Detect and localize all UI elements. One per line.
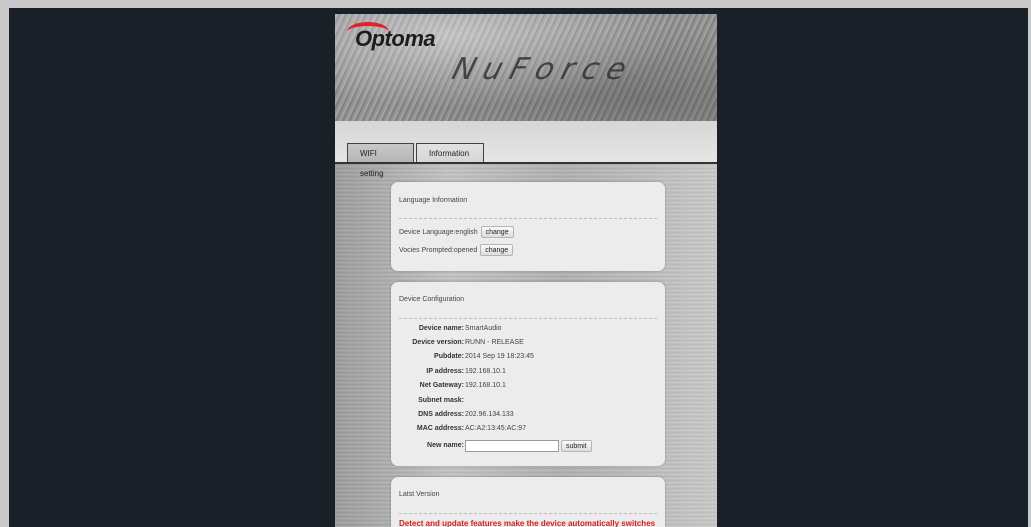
- config-row-mac-address: MAC address: AC:A2:13:45:AC:97: [391, 424, 665, 434]
- config-row-device-name: Device name: SmartAudio: [391, 324, 665, 334]
- config-row-new-name: New name: submit: [391, 439, 665, 453]
- device-config-title: Device Configuration: [399, 296, 464, 303]
- latest-version-title: Latst Version: [399, 491, 440, 498]
- voices-prompted-label: Vocies Prompted:opened: [399, 246, 478, 254]
- config-value: 202.96.134.133: [465, 411, 514, 418]
- update-message: Detect and update features make the devi…: [399, 519, 656, 527]
- config-row-ip-address: IP address: 192.168.10.1: [391, 367, 665, 377]
- browser-left-strip: [0, 0, 9, 527]
- config-row-pubdate: Pubdate: 2014 Sep 19 18:23:45: [391, 352, 665, 362]
- latest-version-panel: Latst Version Detect and update features…: [391, 477, 665, 527]
- new-name-label: New name:: [427, 442, 464, 449]
- config-label: DNS address:: [418, 411, 464, 418]
- config-label: Subnet mask:: [418, 397, 464, 404]
- config-value: SmartAudio: [465, 325, 502, 332]
- config-label: Net Gateway:: [419, 382, 464, 389]
- product-logo: NuForce: [448, 52, 639, 87]
- config-label: Device name:: [418, 325, 464, 332]
- settings-page: Optoma NuForce WIFI setting Information …: [335, 14, 717, 527]
- language-panel-title: Language Information: [399, 197, 468, 204]
- config-value: 192.168.10.1: [465, 368, 506, 375]
- divider: [399, 318, 657, 319]
- config-label: Device version:: [412, 339, 464, 346]
- change-language-button[interactable]: change: [480, 226, 514, 238]
- device-config-panel: Device Configuration Device name: SmartA…: [391, 282, 665, 466]
- tab-wifi-setting[interactable]: WIFI setting: [347, 143, 414, 178]
- config-row-device-version: Device version: RUNN - RELEASE: [391, 338, 665, 348]
- submit-button[interactable]: submit: [561, 440, 592, 452]
- config-value: RUNN - RELEASE: [465, 339, 524, 346]
- config-label: MAC address:: [416, 425, 464, 432]
- divider: [399, 513, 657, 514]
- config-label: Pubdate:: [434, 353, 464, 360]
- device-language-row: Device Language:english change: [399, 226, 514, 238]
- config-row-subnet-mask: Subnet mask:: [391, 396, 665, 406]
- change-voices-button[interactable]: change: [480, 244, 514, 256]
- new-name-input[interactable]: [465, 440, 559, 452]
- language-panel: Language Information Device Language:eng…: [391, 182, 665, 271]
- device-language-label: Device Language:english: [399, 228, 478, 236]
- tab-information[interactable]: Information: [416, 143, 484, 164]
- config-value: 2014 Sep 19 18:23:45: [465, 353, 534, 360]
- tab-baseline: [335, 162, 717, 164]
- config-row-dns-address: DNS address: 202.96.134.133: [391, 410, 665, 420]
- voices-prompted-row: Vocies Prompted:opened change: [399, 244, 514, 256]
- config-value: AC:A2:13:45:AC:97: [465, 425, 527, 432]
- header-banner: Optoma NuForce: [335, 14, 717, 121]
- divider: [399, 218, 657, 219]
- browser-top-strip: [0, 0, 1031, 8]
- config-label: IP address:: [426, 368, 464, 375]
- config-row-net-gateway: Net Gateway: 192.168.10.1: [391, 381, 665, 391]
- config-value: 192.168.10.1: [465, 382, 506, 389]
- brand-logo: Optoma: [355, 26, 436, 51]
